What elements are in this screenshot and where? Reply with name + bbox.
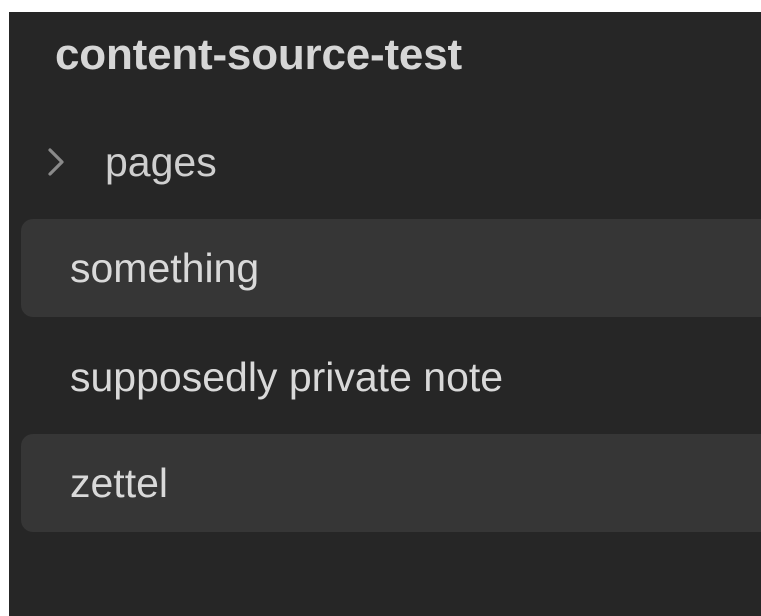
file-item-zettel[interactable]: zettel (21, 434, 761, 532)
file-explorer: content-source-test pages something supp… (9, 12, 761, 616)
vault-name[interactable]: content-source-test (55, 29, 462, 81)
file-label: something (70, 245, 260, 291)
folder-label: pages (105, 139, 217, 185)
folder-item-pages[interactable]: pages (21, 136, 761, 188)
file-label: zettel (70, 460, 168, 506)
screenshot-frame: content-source-test pages something supp… (0, 0, 761, 616)
chevron-right-icon (47, 136, 87, 188)
file-label: supposedly private note (70, 354, 504, 400)
file-item-something[interactable]: something (21, 219, 761, 317)
file-item-supposedly-private-note[interactable]: supposedly private note (21, 328, 761, 426)
